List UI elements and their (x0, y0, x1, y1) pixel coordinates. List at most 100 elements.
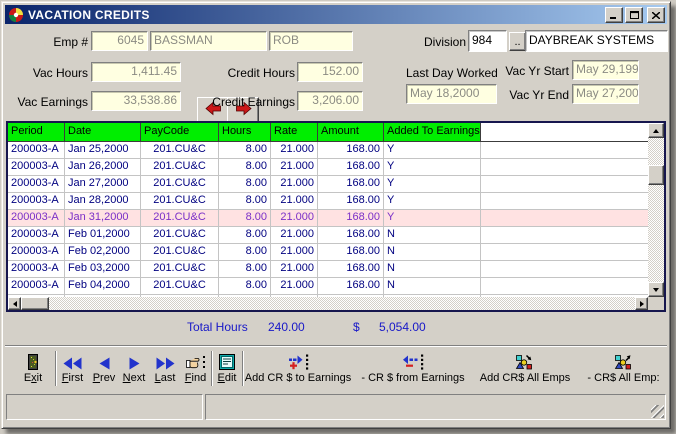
grid-header-cell: PayCode (141, 123, 219, 142)
first-button[interactable]: First (58, 350, 87, 390)
grid-cell: Y (384, 176, 481, 193)
minimize-button[interactable] (605, 7, 623, 23)
grid-cell-filler (481, 176, 648, 193)
grid-cell: N (384, 261, 481, 278)
first-name-field: ROB (269, 31, 353, 51)
first-icon (58, 350, 87, 370)
grid-cell: 8.00 (219, 159, 271, 176)
division-browse-button[interactable]: .. (509, 32, 526, 51)
window-title: VACATION CREDITS (28, 8, 150, 22)
subtract-credit-icon (357, 350, 469, 370)
grid-cell-filler (481, 227, 648, 244)
scrollbar-corner (648, 297, 664, 310)
add-cr-to-earnings-button[interactable]: Add CR $ to Earnings (244, 350, 352, 390)
last-button[interactable]: Last (150, 350, 180, 390)
grid-cell: 8.00 (219, 261, 271, 278)
vac-earnings-label: Vac Earnings (12, 95, 88, 109)
grid-cell-filler (481, 159, 648, 176)
grid-cell: Y (384, 210, 481, 227)
toolbar: ExitFirstPrevNextLastFindEditAdd CR $ to… (5, 345, 667, 393)
vertical-scrollbar-track[interactable] (648, 123, 664, 297)
scroll-left-icon (13, 301, 17, 307)
horizontal-scrollbar[interactable] (8, 297, 648, 310)
division-name-field[interactable]: DAYBREAK SYSTEMS (525, 30, 668, 52)
grid-cell: Jan 25,2000 (65, 142, 141, 159)
grid-cell: 8.00 (219, 193, 271, 210)
vac-hours-label: Vac Hours (20, 66, 88, 80)
grid-cell: 200003-A (8, 159, 65, 176)
grid-cell: 21.000 (271, 210, 318, 227)
maximize-button[interactable] (625, 7, 643, 23)
grid-cell: 21.000 (271, 142, 318, 159)
find-hand-icon (181, 350, 210, 370)
grid-cell: 21.000 (271, 176, 318, 193)
subtract-cr-from-earnings-button[interactable]: - CR $ from Earnings (357, 350, 469, 390)
subtract-cr-all-emps-button[interactable]: - CR$ All Emp: (577, 350, 670, 390)
vacation-credits-window: VACATION CREDITS Emp # 6045 BASSMAN ROB … (1, 1, 671, 429)
grid-cell: 21.000 (271, 227, 318, 244)
grid-cell-filler (481, 210, 648, 227)
grid-row[interactable]: 200003-AJan 25,2000201.CU&C8.0021.000168… (8, 142, 648, 159)
grid-cell: 168.00 (318, 176, 384, 193)
grid-cell: 200003-A (8, 227, 65, 244)
division-label: Division (418, 35, 466, 49)
last-day-worked-label: Last Day Worked (406, 66, 498, 80)
grid-row[interactable]: 200003-AFeb 04,2000201.CU&C8.0021.000168… (8, 278, 648, 295)
vac-yr-start-field: May 29,1999 (572, 60, 639, 80)
edit-button[interactable]: Edit (214, 350, 240, 390)
close-button[interactable] (647, 7, 665, 23)
minimize-icon (610, 6, 618, 24)
grid-cell: Jan 28,2000 (65, 193, 141, 210)
grid-header-cell: Hours (219, 123, 271, 142)
grid-row[interactable]: 200003-AJan 31,2000201.CU&C8.0021.000168… (8, 210, 648, 227)
grid-cell: 168.00 (318, 159, 384, 176)
add-credit-icon (244, 350, 352, 370)
grid-row[interactable]: 200003-AJan 26,2000201.CU&C8.0021.000168… (8, 159, 648, 176)
grid-row[interactable]: 200003-AJan 28,2000201.CU&C8.0021.000168… (8, 193, 648, 210)
statusbar-panel-right (205, 394, 666, 420)
credits-grid: PeriodDatePayCodeHoursRateAmountAdded To… (6, 121, 666, 312)
grid-row[interactable]: 200003-AFeb 01,2000201.CU&C8.0021.000168… (8, 227, 648, 244)
grid-cell: 21.000 (271, 261, 318, 278)
next-button[interactable]: Next (119, 350, 149, 390)
grid-cell: 201.CU&C (141, 159, 219, 176)
vac-yr-end-field: May 27,2000 (572, 84, 639, 104)
toolbar-button-label: - CR$ All Emp: (577, 372, 670, 384)
grid-cell: 168.00 (318, 210, 384, 227)
resize-grip-icon[interactable] (651, 405, 664, 418)
scroll-up-button[interactable] (648, 123, 664, 138)
grid-cell: 21.000 (271, 159, 318, 176)
scroll-down-button[interactable] (648, 282, 664, 297)
vertical-scrollbar[interactable] (648, 123, 664, 297)
grid-cell: 168.00 (318, 142, 384, 159)
grid-cell: 200003-A (8, 193, 65, 210)
horizontal-scrollbar-thumb[interactable] (21, 297, 49, 310)
subtract-credit-all-icon (577, 350, 670, 370)
add-credit-all-icon (475, 350, 575, 370)
toolbar-button-label: Exit (11, 372, 55, 384)
grid-cell: 201.CU&C (141, 142, 219, 159)
prev-button[interactable]: Prev (89, 350, 119, 390)
credit-hours-label: Credit Hours (205, 66, 295, 80)
app-icon[interactable] (8, 7, 24, 23)
grid-row[interactable]: 200003-AFeb 03,2000201.CU&C8.0021.000168… (8, 261, 648, 278)
vertical-scrollbar-thumb[interactable] (648, 165, 664, 185)
grid-cell: 168.00 (318, 278, 384, 295)
grid-row[interactable]: 200003-AFeb 02,2000201.CU&C8.0021.000168… (8, 244, 648, 261)
grid-cell: 168.00 (318, 227, 384, 244)
horizontal-scrollbar-track[interactable] (8, 297, 648, 310)
find-button[interactable]: Find (181, 350, 210, 390)
grid-row[interactable]: 200003-AJan 27,2000201.CU&C8.0021.000168… (8, 176, 648, 193)
grid-cell: 8.00 (219, 278, 271, 295)
last-name-field: BASSMAN (150, 31, 267, 51)
exit-button[interactable]: Exit (11, 350, 55, 390)
division-code-field[interactable]: 984 (468, 30, 507, 52)
grid-cell: 200003-A (8, 278, 65, 295)
add-cr-all-emps-button[interactable]: Add CR$ All Emps (475, 350, 575, 390)
prev-icon (89, 350, 119, 370)
scroll-left-button[interactable] (8, 297, 21, 310)
scroll-right-button[interactable] (635, 297, 648, 310)
grid-cell: 200003-A (8, 176, 65, 193)
grid-header-cell: Amount (318, 123, 384, 142)
grid-cell: 8.00 (219, 176, 271, 193)
